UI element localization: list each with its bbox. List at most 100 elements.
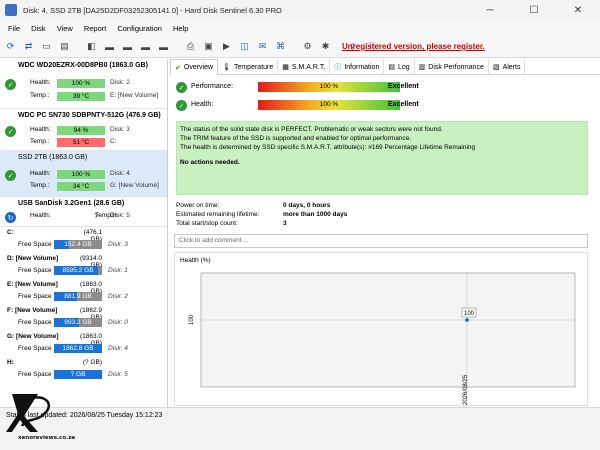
disk-item[interactable]: WDC WD20EZRX-00D8PB0 (1863.0 GB) ✓ Healt… — [0, 59, 167, 109]
power-on-value: 0 days, 0 hours — [283, 202, 331, 209]
surface-test-icon[interactable]: ▬ — [102, 39, 117, 54]
volume-name: C: — [7, 229, 14, 236]
disk-item[interactable]: WDC PC SN730 SDBPNTY-512G (476.9 GB) ✓ H… — [0, 109, 167, 151]
details-pane: ✔ Overview 🌡 Temperature ▦ S.M.A.R.T. ⓘ Info… — [170, 59, 600, 407]
volume-disk: Disk: 0 — [108, 319, 128, 326]
thermometer-icon: 🌡 — [222, 64, 231, 71]
network-icon[interactable]: ⌘ — [273, 39, 288, 54]
email-icon[interactable]: ✉ — [255, 39, 270, 54]
tab-alerts[interactable]: ▧ Alerts — [489, 59, 526, 75]
check-icon: ✔ — [175, 64, 181, 72]
title-bar: Disk: 4, SSD 2TB [DA25D2DF03252305141 0]… — [0, 0, 600, 20]
refresh-all-icon[interactable]: ⇄ — [21, 39, 36, 54]
disk-item-selected[interactable]: SSD 2TB (1863.0 GB) ✓ Health: 100 % Disk… — [0, 151, 167, 197]
toolbar: ⟳ ⇄ ▭ ▤ ◧ ▬ ▬ ▬ ▬ ⎙ ▣ ▶ ◫ ✉ ⌘ ⚙ ✱ ? ⓘ — [0, 36, 600, 58]
log-icon: ▤ — [388, 64, 395, 71]
send-icon[interactable]: ▶ — [219, 39, 234, 54]
drive-icon-3[interactable]: ▬ — [156, 39, 171, 54]
health-rating: Excellent — [388, 101, 419, 108]
volume-disk: Disk: 1 — [108, 267, 128, 274]
check-icon: ✓ — [5, 170, 16, 181]
health-label: Health: — [30, 170, 51, 177]
tab-log[interactable]: ▤ Log — [384, 59, 415, 75]
tab-smart[interactable]: ▦ S.M.A.R.T. — [278, 59, 331, 75]
status-description: The status of the solid state disk is PE… — [176, 121, 588, 195]
drive-icon-2[interactable]: ▬ — [138, 39, 153, 54]
tab-temperature[interactable]: 🌡 Temperature — [218, 59, 279, 75]
free-space-label: Free Space — [18, 371, 52, 378]
menu-help[interactable]: Help — [173, 24, 188, 33]
volume-item[interactable]: C: (476.1 GB) Free Space 152.4 GB Disk: … — [0, 228, 167, 254]
performance-bar: 100 % — [258, 82, 400, 92]
save-report-icon[interactable]: ▣ — [201, 39, 216, 54]
menu-report[interactable]: Report — [84, 24, 107, 33]
free-space-label: Free Space — [18, 267, 52, 274]
volume-name: H: — [7, 359, 14, 366]
disk-icon[interactable]: ▭ — [39, 39, 54, 54]
free-space-label: Free Space — [18, 241, 52, 248]
temp-bar: 51 °C — [57, 138, 105, 147]
test-icon[interactable]: ◧ — [84, 39, 99, 54]
menu-file[interactable]: File — [8, 24, 20, 33]
volume-item[interactable]: H: (? GB) Free Space ? GB Disk: 5 — [0, 358, 167, 384]
check-icon: ✓ — [176, 82, 187, 93]
info-icon: ⓘ — [334, 64, 342, 71]
y-tick-label: 100 — [189, 314, 195, 325]
menu-view[interactable]: View — [57, 24, 73, 33]
menu-disk[interactable]: Disk — [31, 24, 46, 33]
tab-information[interactable]: ⓘ Information — [330, 59, 385, 75]
free-space-label: Free Space — [18, 345, 52, 352]
health-bar: 100 % — [57, 170, 105, 179]
volume-disk: Disk: 5 — [108, 371, 128, 378]
close-button[interactable]: ✕ — [556, 0, 600, 20]
temp-label: Temp.: — [30, 182, 50, 189]
free-space-bar: 1862.8 GB — [54, 344, 102, 353]
volume-item[interactable]: F: [New Volume] (1862.9 GB) Free Space 9… — [0, 306, 167, 332]
html-report-icon[interactable]: ◫ — [237, 39, 252, 54]
status-line: The TRIM feature of the SSD is supported… — [180, 135, 412, 142]
window-title: Disk: 4, SSD 2TB [DA25D2DF03252305141 0]… — [23, 5, 282, 15]
volume-name: D: [New Volume] — [7, 255, 59, 262]
print-icon[interactable]: ⎙ — [183, 39, 198, 54]
startstop-label: Total start/stop count: — [176, 220, 238, 227]
data-point — [465, 318, 469, 322]
volume-disk: Disk: 2 — [108, 293, 128, 300]
free-space-bar: 152.4 GB — [54, 240, 102, 249]
alert-icon: ▧ — [492, 64, 500, 71]
temp-label: Temp.: — [30, 92, 50, 99]
volume-label: H: — [112, 212, 119, 219]
performance-label: Performance: — [191, 83, 234, 90]
status-bar: Status last updated: 2026/08/25 Tuesday … — [0, 407, 600, 450]
menu-configuration[interactable]: Configuration — [117, 24, 162, 33]
comment-field[interactable]: Click to add comment ... — [174, 234, 588, 248]
free-space-label: Free Space — [18, 319, 52, 326]
disk-item[interactable]: USB SanDisk 3.2Gen1 (28.6 GB) ↻ Health: … — [0, 197, 167, 227]
volume-name: E: [New Volume] — [7, 281, 58, 288]
refresh-icon[interactable]: ⟳ — [3, 39, 18, 54]
free-space-bar: 8595.2 GB — [54, 266, 102, 275]
menu-bar: File Disk View Report Configuration Help — [0, 20, 600, 36]
settings-icon[interactable]: ⚙ — [300, 39, 315, 54]
volume-size: (? GB) — [82, 359, 102, 366]
disk-name: WDC PC SN730 SDBPNTY-512G (476.9 GB) — [18, 112, 161, 119]
free-space-bar: 993.2 GB — [54, 318, 102, 327]
health-label: Health: — [191, 101, 214, 108]
temp-label: Temp.: — [30, 138, 50, 145]
watermark-text: xenoreviews.co.za — [18, 435, 76, 441]
power-on-label: Power on time: — [176, 202, 220, 209]
startstop-value: 3 — [283, 220, 287, 227]
report-icon[interactable]: ▤ — [57, 39, 72, 54]
volume-item[interactable]: E: [New Volume] (1863.0 GB) Free Space 8… — [0, 280, 167, 306]
x-tick-label: 2026/08/25 — [463, 374, 469, 405]
unregistered-link[interactable]: Unregistered version, please register. — [342, 42, 485, 51]
free-space-bar: 881.9 GB — [54, 292, 102, 301]
maximize-button[interactable]: ☐ — [512, 0, 556, 20]
tab-overview[interactable]: ✔ Overview — [170, 59, 219, 75]
minimize-button[interactable]: ─ — [468, 0, 512, 20]
advanced-settings-icon[interactable]: ✱ — [318, 39, 333, 54]
volume-item[interactable]: D: [New Volume] (9314.0 GB) Free Space 8… — [0, 254, 167, 280]
tab-disk-performance[interactable]: ▥ Disk Performance — [415, 59, 489, 75]
drive-icon-1[interactable]: ▬ — [120, 39, 135, 54]
plot-area — [200, 272, 576, 388]
volume-item[interactable]: G: [New Volume] (1863.0 GB) Free Space 1… — [0, 332, 167, 358]
